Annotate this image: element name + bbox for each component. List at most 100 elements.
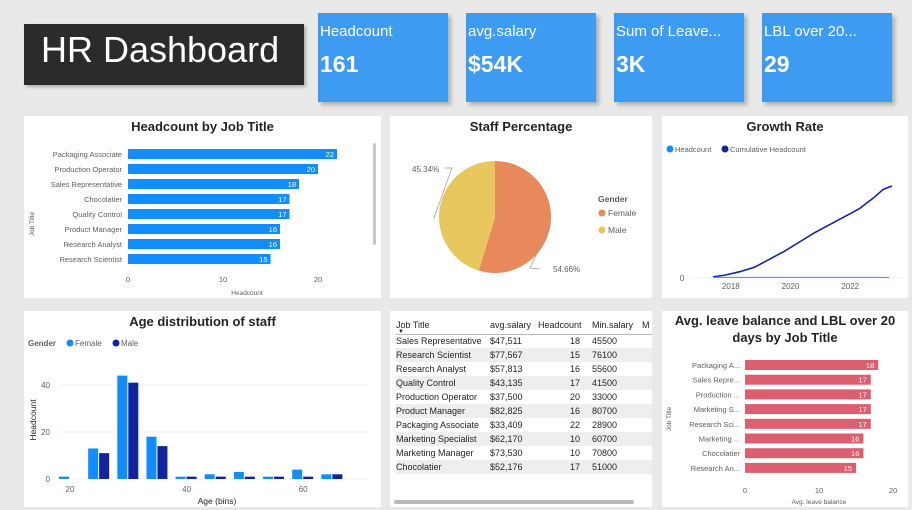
bar-category-label: Marketing S...	[694, 405, 740, 414]
bar-data-label: 18	[288, 180, 296, 189]
y-axis-title: Job Title	[29, 212, 36, 237]
table-cell: 16	[569, 364, 580, 374]
table-cell: Research Scientist	[396, 350, 472, 360]
table-row[interactable]: Packaging Associate $33,409 22 28900	[396, 418, 652, 432]
table-cell: Packaging Associate	[396, 420, 480, 430]
age-distribution-chart: Gender Female Male 0 20 40 20 40 60 Age (bins) Hea…	[28, 339, 369, 506]
table-cell: $57,813	[490, 364, 523, 374]
bar	[128, 224, 280, 234]
growth-rate-panel[interactable]: Growth Rate Headcount Cumulative Headcoun…	[662, 116, 908, 298]
sort-arrow-icon[interactable]: ▼	[398, 329, 404, 335]
table-cell: 20	[569, 392, 580, 402]
kpi-card-lbl-over-20[interactable]: LBL over 20... 29	[762, 13, 892, 102]
staff-percentage-chart: 54.66% 45.34% Gender Female Male	[412, 161, 637, 274]
x-tick-label: 20	[314, 275, 322, 284]
legend-label: Male	[121, 339, 139, 348]
kpi-label: Headcount	[320, 23, 393, 40]
kpi-value: $54K	[468, 51, 523, 77]
x-axis-title: Avg. leave balance	[792, 499, 847, 506]
table-row[interactable]: Research Analyst $57,813 16 55600	[396, 362, 652, 376]
bar-female	[263, 476, 274, 479]
bar-female	[292, 469, 303, 479]
column-header-headcount[interactable]: Headcount	[538, 316, 592, 334]
bar-data-label: 15	[844, 464, 852, 473]
table-cell: Chocolatier	[396, 462, 442, 472]
bar-male	[274, 476, 285, 479]
table-row[interactable]: Sales Representative $47,511 18 45500	[396, 334, 652, 348]
bar-data-label: 16	[269, 225, 277, 234]
legend-title: Gender	[598, 194, 628, 204]
bar-data-label: 17	[278, 195, 286, 204]
x-tick-label: 0	[126, 275, 130, 284]
table-cell: Marketing Manager	[396, 448, 474, 458]
column-header-max-salary[interactable]: M	[642, 316, 652, 334]
legend-marker	[66, 339, 74, 347]
legend-label: Male	[608, 225, 627, 235]
bar-female	[59, 476, 69, 479]
bar	[745, 433, 864, 444]
staff-percentage-panel[interactable]: Staff Percentage 54.66% 45.34% Gender Femal…	[390, 116, 652, 298]
leave-balance-chart: Packaging A... 18 Sales Repre... 17 Producti…	[666, 360, 897, 506]
x-tick-label: 2018	[722, 282, 740, 291]
table-cell-clipped	[642, 432, 652, 446]
bar-male	[186, 476, 197, 479]
kpi-card-leave-sum[interactable]: Sum of Leave... 3K	[614, 13, 744, 102]
column-header-avg-salary[interactable]: avg.salary	[490, 316, 538, 334]
bar	[745, 448, 864, 459]
legend-marker	[598, 209, 606, 217]
y-tick-label: 0	[46, 475, 51, 484]
salary-table-panel[interactable]: Job Title ▼ avg.salary Headcount Min.sala…	[390, 311, 652, 507]
y-axis-title: Job Title	[666, 407, 673, 432]
age-distribution-panel[interactable]: Age distribution of staff Gender Female Ma…	[24, 311, 381, 507]
table-row[interactable]: Product Manager $82,825 16 80700	[396, 404, 652, 418]
horizontal-scrollbar[interactable]	[394, 500, 634, 504]
table-cell: $73,530	[490, 448, 523, 458]
table-cell: $52,176	[490, 462, 523, 472]
table-cell: Quality Control	[396, 378, 456, 388]
table-cell: Research Analyst	[396, 364, 467, 374]
table-row[interactable]: Production Operator $37,500 20 33000	[396, 390, 652, 404]
table-cell: 51000	[592, 462, 618, 472]
table-row[interactable]: Marketing Specialist $62,170 10 60700	[396, 432, 652, 446]
bar-data-label: 17	[278, 210, 286, 219]
bar-data-label: 16	[851, 435, 859, 444]
bar-category-label: Sales Representative	[51, 180, 122, 189]
dashboard-title: HR Dashboard	[24, 24, 304, 85]
table-cell: $37,500	[490, 392, 523, 402]
table-cell-clipped	[642, 460, 652, 474]
headcount-by-job-panel[interactable]: Headcount by Job Title Job Title Packagi…	[24, 116, 381, 298]
bar-category-label: Product Manager	[64, 225, 122, 234]
table-cell: Marketing Specialist	[396, 434, 477, 444]
table-cell: 10	[569, 448, 580, 458]
bar-male	[332, 474, 343, 479]
bar-male	[128, 382, 139, 479]
bar-category-label: Chocolatier	[702, 449, 740, 458]
leave-balance-panel[interactable]: Avg. leave balance and LBL over 20 days …	[662, 311, 908, 507]
table-cell: 70800	[592, 448, 618, 458]
column-header-min-salary[interactable]: Min.salary	[592, 316, 642, 334]
column-header-job-title[interactable]: Job Title ▼	[396, 316, 490, 335]
bar	[128, 164, 318, 174]
table-cell-clipped	[642, 418, 652, 432]
bar-data-label: 17	[858, 390, 866, 399]
table-row[interactable]: Research Scientist $77,567 15 76100	[396, 348, 652, 362]
bar	[128, 239, 280, 249]
bar-female	[233, 471, 244, 479]
table-row[interactable]: Marketing Manager $73,530 10 70800	[396, 446, 652, 460]
table-cell-clipped	[642, 376, 652, 390]
salary-table[interactable]: Job Title ▼ avg.salary Headcount Min.sala…	[396, 316, 652, 474]
kpi-card-headcount[interactable]: Headcount 161	[318, 13, 448, 102]
legend-marker	[666, 145, 674, 153]
y-tick-label: 20	[41, 428, 50, 437]
table-cell: $82,825	[490, 406, 523, 416]
x-axis-title: Age (bins)	[198, 496, 237, 506]
bar-category-label: Quality Control	[72, 210, 122, 219]
bar-data-label: 17	[858, 376, 866, 385]
table-row[interactable]: Quality Control $43,135 17 41500	[396, 376, 652, 390]
kpi-card-avg-salary[interactable]: avg.salary $54K	[466, 13, 596, 102]
bar-male	[303, 476, 314, 479]
table-row[interactable]: Chocolatier $52,176 17 51000	[396, 460, 652, 474]
bar-female	[146, 436, 157, 479]
bar-category-label: Packaging Associate	[53, 150, 122, 159]
bar-male	[99, 453, 110, 479]
